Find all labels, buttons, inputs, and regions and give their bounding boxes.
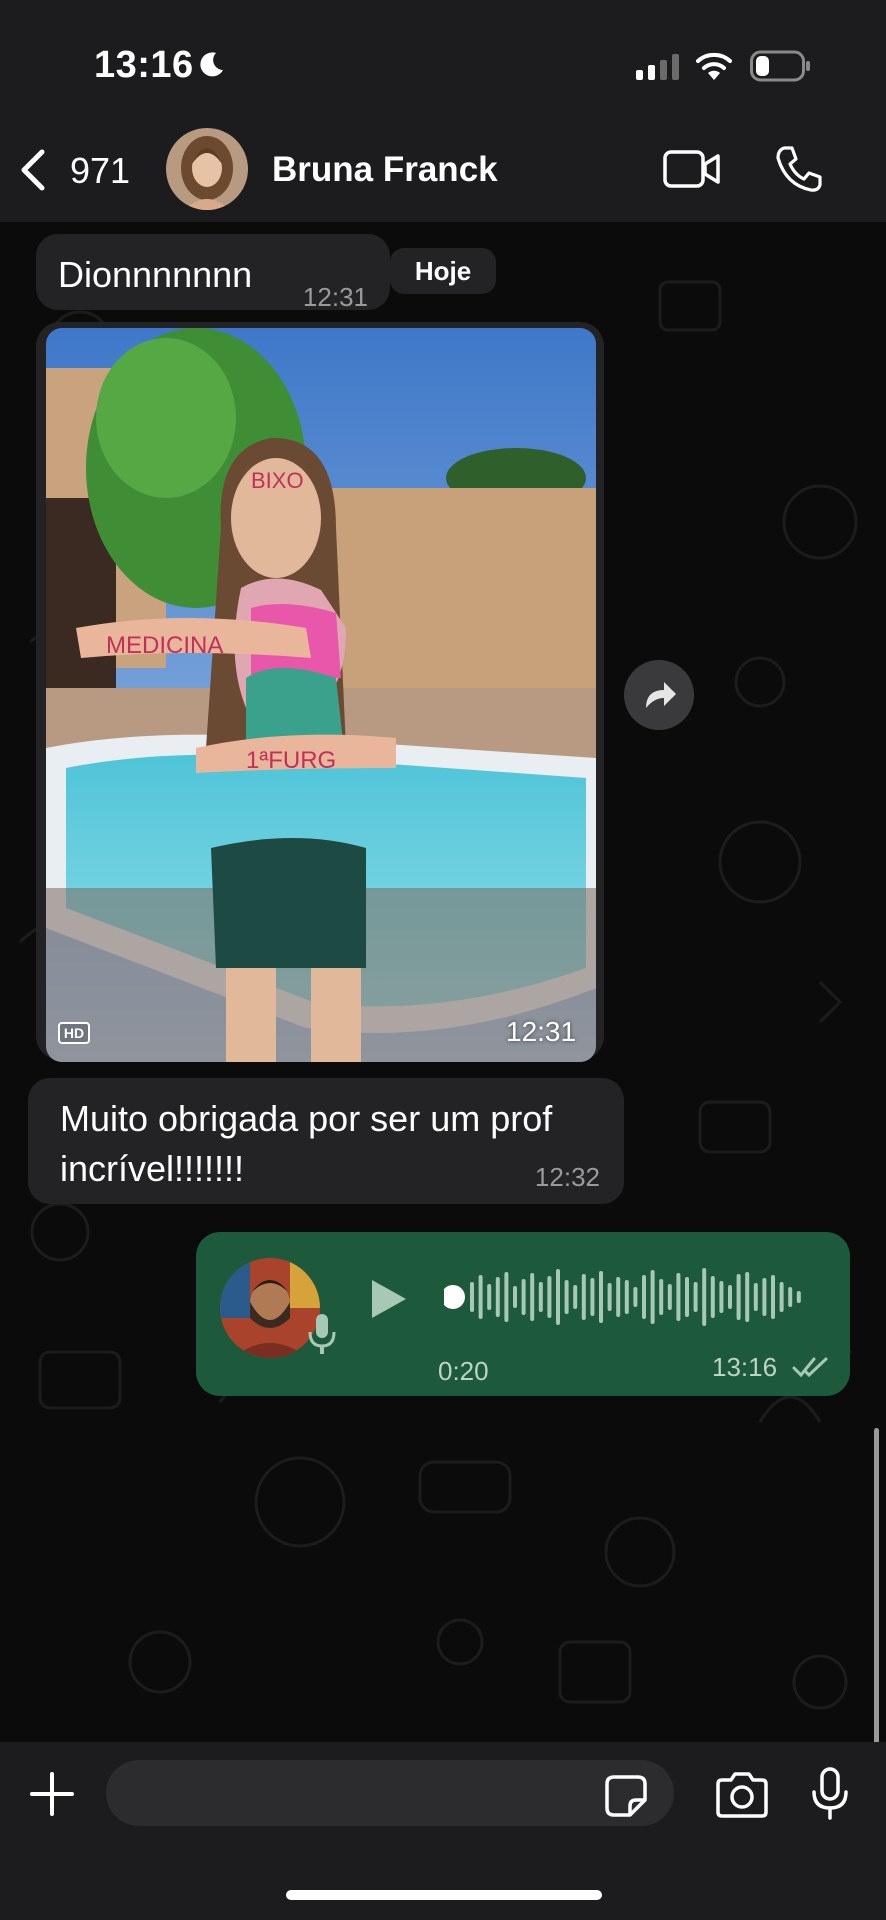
waveform-bar [710, 1276, 715, 1318]
waveform-bar [771, 1275, 775, 1319]
message-time: 12:32 [534, 1162, 600, 1192]
waveform-bar [659, 1279, 664, 1315]
arm-text-medicina: MEDICINA [106, 632, 223, 659]
waveform-bar [676, 1273, 681, 1321]
scrollbar[interactable] [874, 1428, 879, 1742]
photo-thumbnail[interactable]: BIXO MEDICINA 1ªFURG [46, 328, 596, 1062]
voice-call-icon[interactable] [774, 144, 824, 194]
arm-text-furg: 1ªFURG [246, 747, 336, 774]
waveform-bar [633, 1287, 638, 1307]
microphone-badge-icon [308, 1314, 336, 1354]
chat-area[interactable]: Dionnnnnnn 12:31 Hoje BIXO MEDICINA 1ªFU… [0, 222, 886, 1742]
sticker-icon[interactable] [604, 1774, 648, 1818]
waveform-bar [685, 1277, 689, 1317]
cellular-signal-icon [636, 54, 679, 80]
voice-message-bubble-outgoing[interactable]: 0:20 13:16 [196, 1232, 850, 1396]
camera-icon[interactable] [714, 1772, 770, 1818]
contact-avatar[interactable] [166, 128, 248, 210]
waveform-bar [495, 1277, 500, 1317]
waveform-bar [624, 1280, 629, 1314]
waveform-bar [556, 1269, 560, 1325]
message-bubble-incoming[interactable]: Dionnnnnnn 12:31 [36, 234, 390, 312]
waveform-bar [745, 1272, 750, 1322]
waveform-bar [616, 1277, 621, 1317]
waveform-bar [478, 1275, 483, 1319]
waveform-bar [693, 1282, 698, 1312]
waveform-bar [788, 1287, 793, 1307]
waveform-bar [728, 1285, 732, 1309]
forward-arrow-icon [646, 682, 676, 708]
wifi-icon [696, 52, 732, 80]
top-bar: 13:16 971 Bruna Franck [0, 0, 886, 222]
waveform-bar [762, 1278, 767, 1316]
message-input[interactable] [106, 1760, 674, 1826]
waveform-bar [702, 1268, 707, 1326]
waveform-bar [736, 1274, 741, 1320]
date-separator: Hoje [390, 248, 496, 294]
waveform-bar [590, 1278, 595, 1316]
message-time: 12:31 [506, 1016, 577, 1047]
waveform-bar [779, 1282, 784, 1312]
message-text: Dionnnnnnn [58, 254, 253, 295]
contact-name[interactable]: Bruna Franck [272, 150, 498, 190]
waveform-bar [564, 1280, 569, 1314]
message-bubble-incoming[interactable]: Muito obrigada por ser um prof incrível!… [28, 1078, 624, 1204]
waveform-bar [607, 1283, 612, 1311]
video-call-icon[interactable] [662, 148, 722, 190]
back-chevron-icon[interactable] [18, 148, 48, 192]
hd-badge: HD [58, 1022, 90, 1044]
status-time: 13:16 [94, 44, 194, 86]
waveform-bar [521, 1279, 526, 1315]
waveform-bar [642, 1275, 646, 1319]
moon-icon [200, 52, 223, 77]
play-icon[interactable] [366, 1276, 410, 1322]
waveform-bar [599, 1271, 603, 1323]
sender-avatar [220, 1258, 320, 1358]
voice-duration: 0:20 [438, 1356, 489, 1386]
forehead-text: BIXO [251, 468, 304, 493]
waveform-bar [547, 1276, 552, 1318]
waveform-bar [470, 1282, 474, 1312]
audio-waveform[interactable] [444, 1262, 814, 1332]
back-unread-count[interactable]: 971 [70, 150, 130, 192]
battery-icon [750, 50, 810, 82]
waveform-bar [504, 1272, 509, 1322]
waveform-bar [487, 1284, 492, 1310]
message-input-bar [0, 1742, 886, 1920]
waveform-bar [650, 1270, 655, 1324]
message-time: 12:31 [302, 282, 368, 312]
waveform-bar [667, 1284, 672, 1310]
home-indicator [286, 1890, 602, 1900]
waveform-bar [719, 1281, 724, 1313]
waveform-bar [530, 1273, 535, 1321]
waveform-bar [513, 1286, 517, 1308]
double-check-icon [792, 1357, 828, 1378]
waveform-bar [573, 1285, 578, 1309]
waveform-bar [796, 1291, 801, 1303]
microphone-icon[interactable] [810, 1766, 850, 1822]
plus-icon[interactable] [28, 1770, 76, 1818]
forward-button[interactable] [624, 660, 694, 730]
waveform-bar [538, 1282, 543, 1312]
waveform-bar [581, 1274, 586, 1320]
waveform-bar [753, 1283, 758, 1311]
message-time: 13:16 [712, 1352, 778, 1382]
